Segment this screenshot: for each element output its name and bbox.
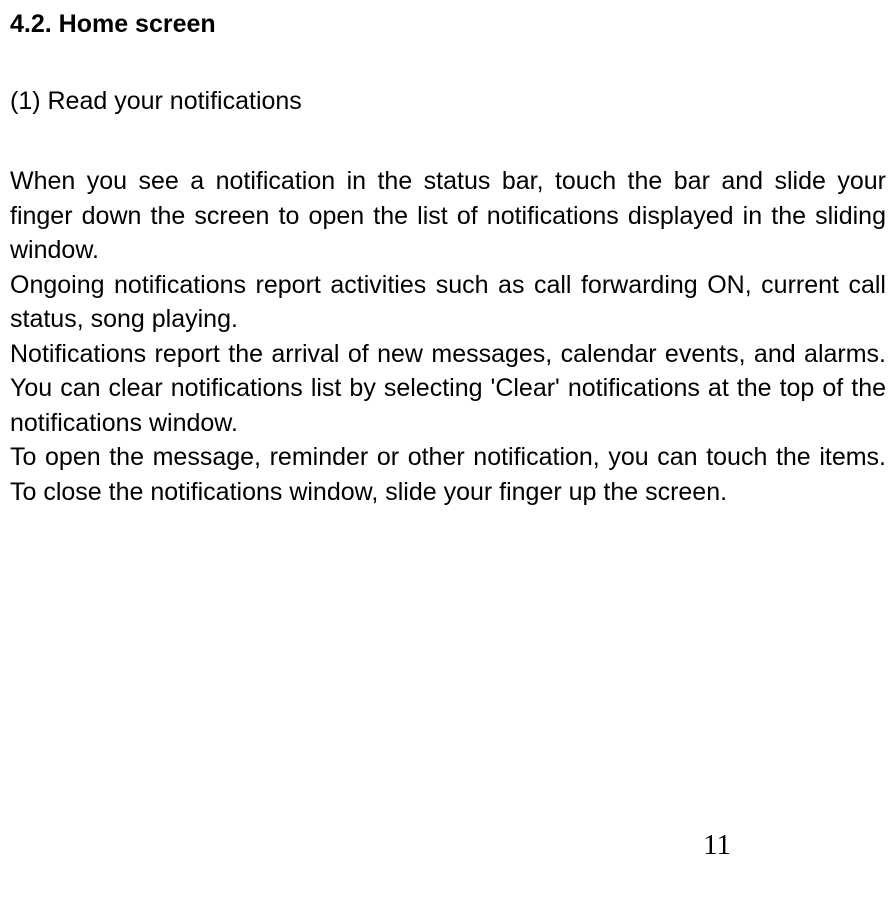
- subsection-heading: (1) Read your notifications: [10, 87, 886, 116]
- body-paragraph-1: When you see a notification in the statu…: [10, 164, 886, 268]
- body-paragraph-4: To open the message, reminder or other n…: [10, 440, 886, 509]
- body-paragraph-2: Ongoing notifications report activities …: [10, 268, 886, 337]
- body-paragraph-3: Notifications report the arrival of new …: [10, 337, 886, 441]
- section-heading: 4.2. Home screen: [10, 10, 886, 39]
- page-number: 11: [703, 829, 731, 862]
